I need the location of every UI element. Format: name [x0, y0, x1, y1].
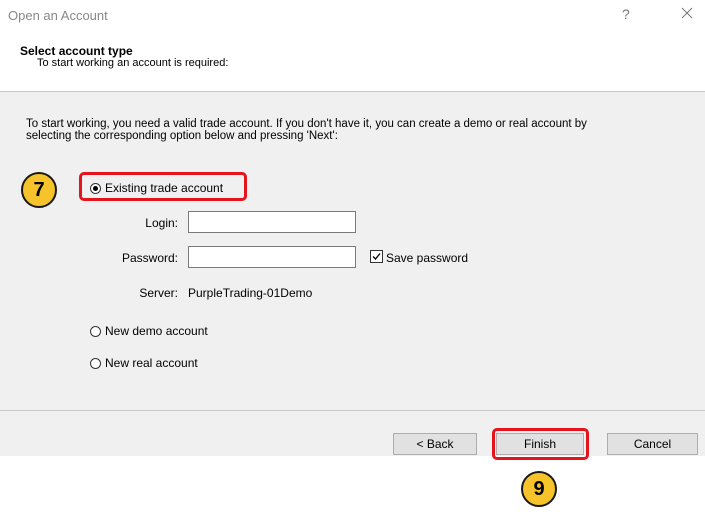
wizard-footer: < Back Finish Cancel	[0, 411, 705, 460]
finish-highlight	[492, 428, 589, 460]
real-account-label: New real account	[105, 356, 198, 370]
demo-account-option[interactable]: New demo account	[90, 324, 208, 338]
checkmark-icon	[372, 253, 381, 260]
cancel-button[interactable]: Cancel	[607, 433, 698, 455]
intro-text: To start working, you need a valid trade…	[26, 118, 686, 142]
real-account-radio[interactable]	[90, 357, 101, 369]
page-title: Select account type	[20, 44, 133, 58]
save-password-label: Save password	[386, 251, 469, 265]
step-badge-9: 9	[521, 471, 557, 507]
wizard-header: Select account type To start working an …	[0, 32, 705, 92]
server-value: PurpleTrading-01Demo	[188, 286, 313, 300]
demo-account-label: New demo account	[105, 324, 208, 338]
login-field[interactable]	[188, 211, 356, 233]
existing-account-radio[interactable]	[90, 182, 101, 194]
back-button[interactable]: < Back	[393, 433, 477, 455]
intro-line-1: To start working, you need a valid trade…	[26, 118, 587, 130]
password-label: Password:	[121, 251, 178, 265]
login-label: Login:	[145, 216, 178, 230]
save-password-checkbox[interactable]	[370, 250, 383, 263]
title-bar: Open an Account ?	[0, 0, 705, 32]
close-icon	[681, 7, 693, 19]
password-field[interactable]	[188, 246, 356, 268]
wizard-body: To start working, you need a valid trade…	[0, 92, 705, 410]
real-account-option[interactable]: New real account	[90, 356, 198, 370]
step-badge-7: 7	[21, 172, 57, 208]
page-subtitle: To start working an account is required:	[37, 57, 229, 69]
help-button[interactable]: ?	[622, 6, 630, 22]
existing-account-label: Existing trade account	[105, 181, 224, 195]
intro-line-2: selecting the corresponding option below…	[26, 130, 338, 142]
existing-account-option[interactable]: Existing trade account	[90, 181, 223, 195]
server-label: Server:	[139, 286, 178, 300]
window-title: Open an Account	[8, 8, 108, 23]
close-button[interactable]	[676, 2, 698, 24]
demo-account-radio[interactable]	[90, 325, 101, 337]
